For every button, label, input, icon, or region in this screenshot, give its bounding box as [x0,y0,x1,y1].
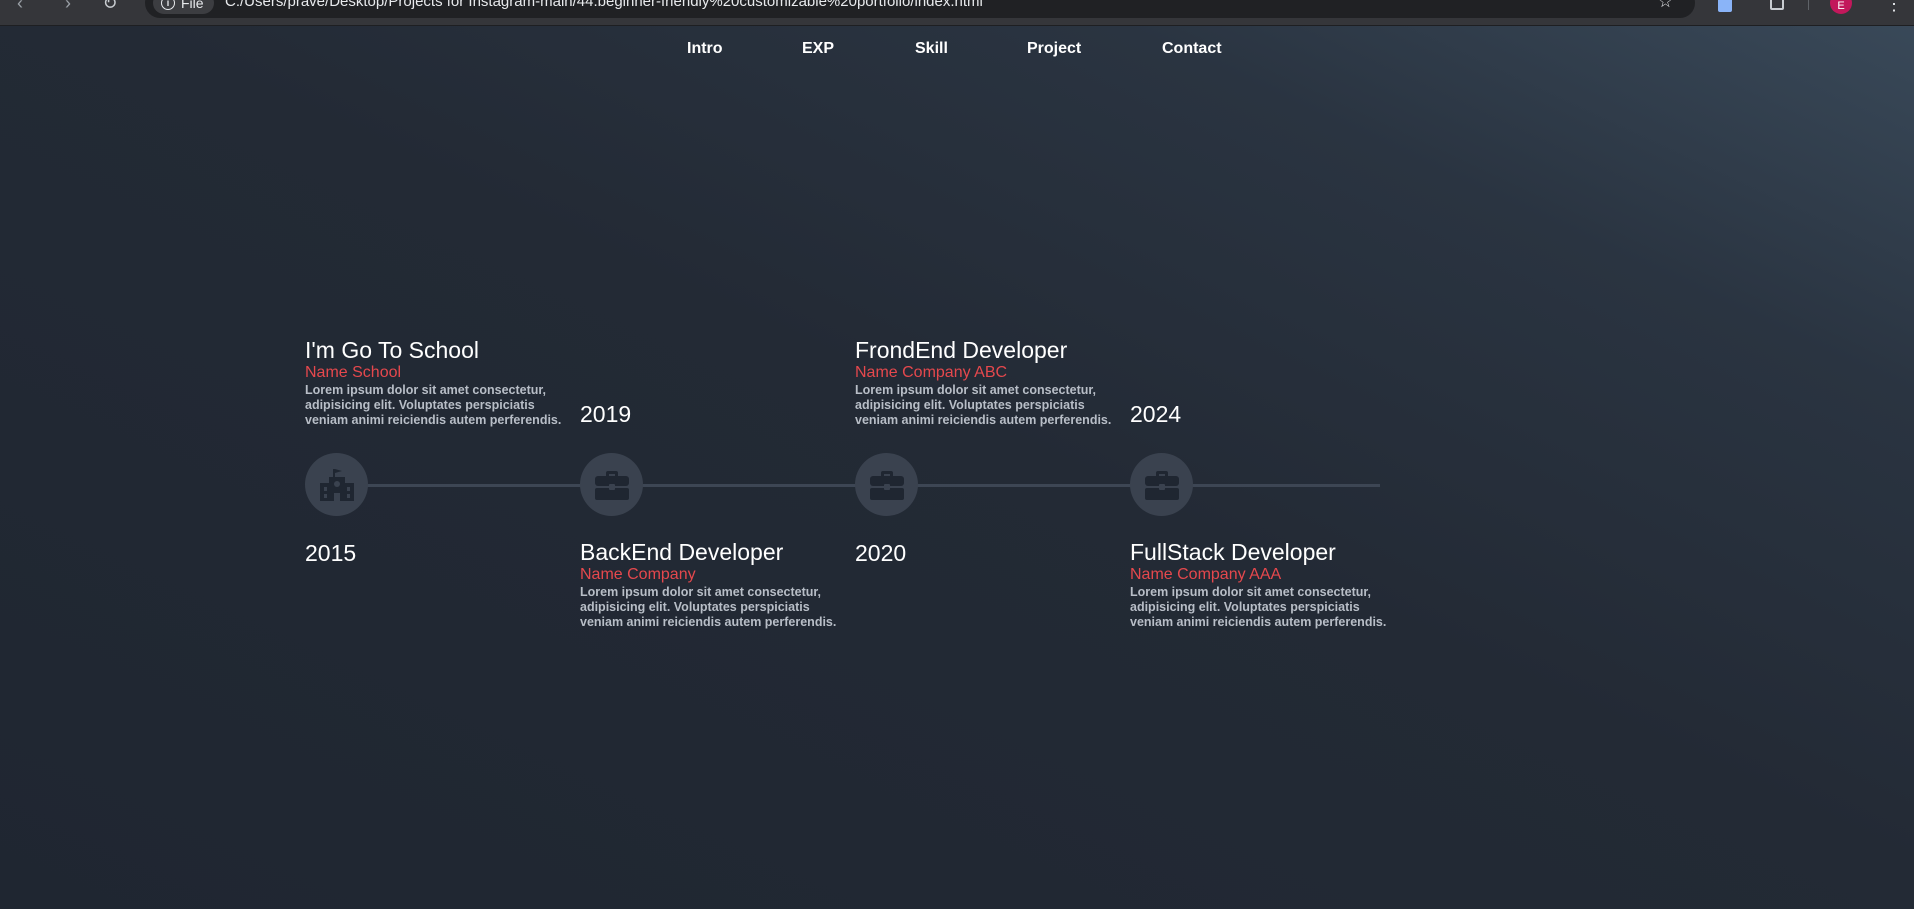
entry-description: Lorem ipsum dolor sit amet consectetur, … [855,383,1112,427]
bookmark-star-icon[interactable]: ☆ [1658,0,1673,12]
nav-intro[interactable]: Intro [687,40,723,58]
forward-arrow-icon[interactable]: › [58,0,78,16]
timeline-node [1130,453,1193,516]
profile-avatar[interactable]: E [1830,0,1852,14]
nav-project[interactable]: Project [1027,40,1081,58]
entry-year: 2024 [1130,401,1182,427]
download-icon[interactable] [1770,0,1784,10]
timeline-node [855,453,918,516]
entry-title: I'm Go To School [305,337,479,363]
entry-year: 2019 [580,401,632,427]
kebab-menu-icon[interactable]: ⋮ [1885,0,1903,15]
entry-title: BackEnd Developer [580,539,784,565]
entry-description: Lorem ipsum dolor sit amet consectetur, … [580,585,837,629]
briefcase-icon [869,470,904,500]
info-icon: i [161,0,175,10]
entry-company: Name Company AAA [1130,566,1282,583]
briefcase-icon [1144,470,1179,500]
extension-icon[interactable] [1718,0,1732,12]
nav-skill[interactable]: Skill [915,40,948,58]
briefcase-icon [594,470,629,500]
entry-company: Name School [305,364,402,381]
browser-toolbar: ‹ › ↻ i File C:/Users/prave/Desktop/Proj… [0,0,1914,26]
site-info-label: File [181,0,204,11]
nav-exp[interactable]: EXP [802,40,834,58]
entry-description: Lorem ipsum dolor sit amet consectetur, … [1130,585,1387,629]
entry-title: FullStack Developer [1130,539,1336,565]
reload-icon[interactable]: ↻ [100,0,120,16]
entry-company: Name Company ABC [855,364,1008,381]
nav-contact[interactable]: Contact [1162,40,1222,58]
address-bar[interactable]: i File C:/Users/prave/Desktop/Projects f… [145,0,1695,18]
back-arrow-icon[interactable]: ‹ [10,0,30,16]
school-icon [319,468,354,501]
entry-company: Name Company [580,566,696,583]
timeline-node [580,453,643,516]
entry-description: Lorem ipsum dolor sit amet consectetur, … [305,383,562,427]
site-info-chip[interactable]: i File [153,0,214,14]
entry-year: 2015 [305,540,357,566]
toolbar-divider [1808,0,1809,10]
url-text[interactable]: C:/Users/prave/Desktop/Projects for Inst… [225,0,983,10]
entry-title: FrondEnd Developer [855,337,1068,363]
main-nav: Intro EXP Skill Project Contact [0,40,1914,64]
entry-year: 2020 [855,540,907,566]
timeline-node [305,453,368,516]
